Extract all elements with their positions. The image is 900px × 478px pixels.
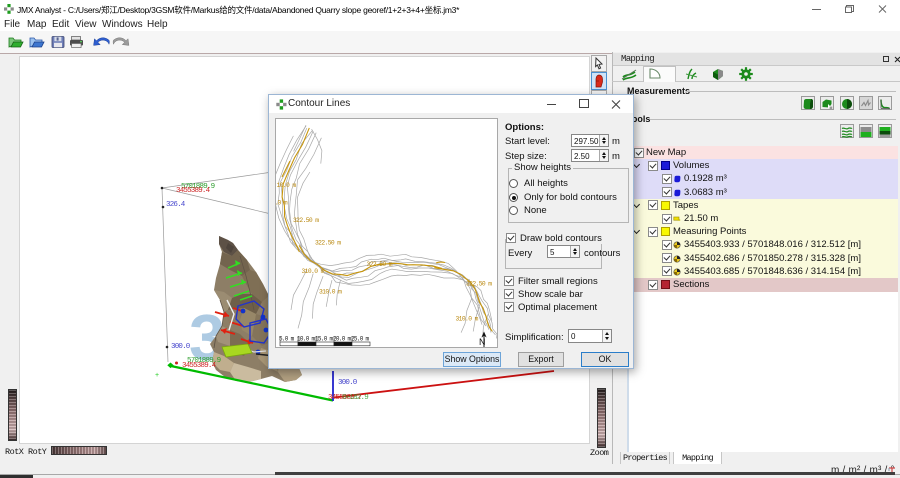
svg-text:326.4: 326.4	[166, 201, 186, 209]
svg-text:322.50 m: 322.50 m	[315, 240, 341, 247]
svg-text:25.0 m: 25.0 m	[351, 336, 370, 343]
svg-text:0+182.9: 0+182.9	[342, 394, 368, 402]
svg-text:5.0 m: 5.0 m	[279, 336, 295, 343]
svg-text:310.0 m: 310.0 m	[319, 289, 342, 296]
svg-text:300.0: 300.0	[171, 343, 191, 351]
svg-text:3455389.4: 3455389.4	[182, 362, 217, 370]
svg-text:322.50 m: 322.50 m	[466, 281, 492, 288]
svg-text:10.0 m: 10.0 m	[277, 182, 297, 189]
svg-text:20.0 m: 20.0 m	[276, 200, 288, 207]
svg-text:322.50 m: 322.50 m	[367, 261, 393, 268]
svg-text:310.0 m: 310.0 m	[302, 268, 325, 275]
svg-text:310.0 m: 310.0 m	[456, 316, 479, 323]
svg-text:+: +	[155, 372, 159, 379]
svg-text:20.0 m: 20.0 m	[333, 336, 352, 343]
svg-text:300.0: 300.0	[338, 379, 358, 387]
svg-text:10.0 m: 10.0 m	[297, 336, 316, 343]
svg-text:N: N	[479, 337, 486, 347]
svg-text:322.50 m: 322.50 m	[293, 217, 319, 224]
svg-text:3455389.4: 3455389.4	[176, 187, 211, 195]
svg-text:15.0 m: 15.0 m	[315, 336, 334, 343]
